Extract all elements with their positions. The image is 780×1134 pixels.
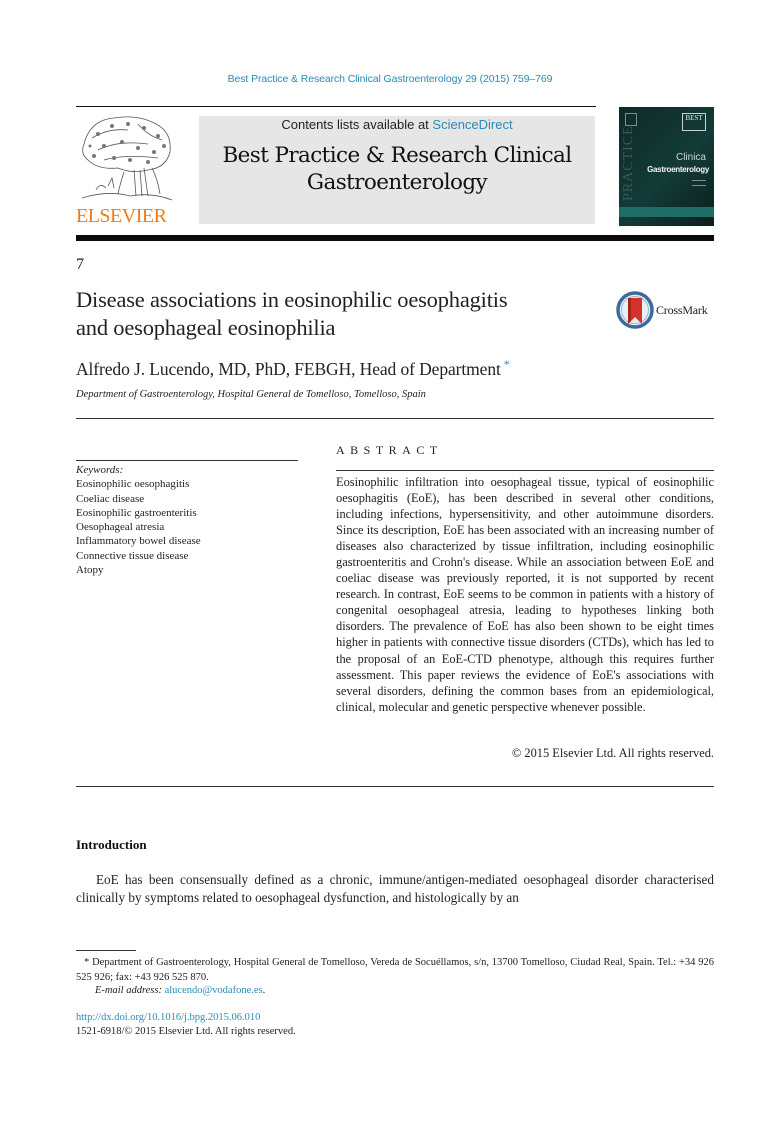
article-title-line1: Disease associations in eosinophilic oes…	[76, 287, 508, 312]
crossmark-label: CrossMark	[656, 303, 708, 317]
author-name: Alfredo J. Lucendo, MD, PhD, FEBGH, Head…	[76, 358, 501, 379]
cover-clinical-text: Clinica	[675, 152, 706, 163]
abstract-heading: ABSTRACT	[336, 443, 443, 457]
contents-availability: Contents lists available at ScienceDirec…	[199, 117, 595, 132]
journal-title-line1: Best Practice & Research Clinical	[222, 143, 572, 168]
keywords-rule	[76, 460, 298, 461]
journal-masthead: Contents lists available at ScienceDirec…	[199, 116, 595, 224]
cover-elsevier-icon	[625, 113, 637, 126]
cover-subtitle-lines	[692, 180, 706, 186]
keyword-item: Eosinophilic gastroenteritis	[76, 506, 197, 519]
issn-copyright: 1521-6918/© 2015 Elsevier Ltd. All right…	[76, 1026, 296, 1037]
journal-cover-thumbnail[interactable]: BEST PRACTICE Clinica Gastroenterology	[619, 107, 714, 226]
elsevier-tree-icon	[81, 116, 173, 201]
footnote-rule	[76, 950, 136, 951]
abstract-copyright: © 2015 Elsevier Ltd. All rights reserved…	[511, 746, 714, 760]
crossmark-icon	[616, 291, 654, 329]
journal-citation-link[interactable]: Best Practice & Research Clinical Gastro…	[0, 73, 780, 85]
header-rule	[76, 106, 596, 107]
cover-band	[619, 207, 714, 217]
keyword-item: Inflammatory bowel disease	[76, 535, 201, 548]
footnote-text: Department of Gastroenterology, Hospital…	[76, 957, 715, 983]
keywords-block: Keywords: Eosinophilic oesophagitis Coel…	[76, 463, 298, 577]
doi-link[interactable]: http://dx.doi.org/10.1016/j.bpg.2015.06.…	[76, 1012, 260, 1023]
email-line: E-mail address: alucendo@vodafone.es.	[95, 985, 265, 996]
keyword-item: Eosinophilic oesophagitis	[76, 478, 190, 491]
cover-best-badge: BEST	[682, 113, 706, 131]
cover-practice-text: PRACTICE	[621, 125, 636, 201]
section-rule	[76, 418, 714, 419]
abstract-text: Eosinophilic infiltration into oesophage…	[336, 475, 714, 714]
article-title: Disease associations in eosinophilic oes…	[76, 286, 616, 342]
footnote-marker: *	[84, 957, 90, 968]
email-label: E-mail address:	[95, 985, 165, 996]
author-footnote-marker[interactable]: *	[504, 357, 510, 371]
masthead-thick-rule	[76, 235, 714, 241]
author-footnote: * Department of Gastroenterology, Hospit…	[76, 956, 714, 985]
abstract-rule	[336, 470, 714, 471]
author-line: Alfredo J. Lucendo, MD, PhD, FEBGH, Head…	[76, 357, 510, 380]
keyword-item: Coeliac disease	[76, 492, 145, 505]
article-number: 7	[76, 256, 84, 273]
sciencedirect-link[interactable]: ScienceDirect	[432, 117, 512, 132]
keyword-item: Connective tissue disease	[76, 549, 189, 562]
elsevier-wordmark: ELSEVIER	[76, 205, 167, 227]
elsevier-logo[interactable]: ELSEVIER	[76, 114, 176, 226]
introduction-paragraph: EoE has been consensually defined as a c…	[76, 872, 714, 906]
cover-gastro-text: Gastroenterology	[647, 165, 709, 174]
email-suffix: .	[262, 985, 266, 996]
author-affiliation: Department of Gastroenterology, Hospital…	[76, 389, 426, 400]
journal-title[interactable]: Best Practice & Research Clinical Gastro…	[199, 142, 595, 196]
keyword-item: Oesophageal atresia	[76, 521, 165, 534]
keywords-label: Keywords:	[76, 464, 124, 476]
abstract-end-rule	[76, 786, 714, 787]
contents-prefix: Contents lists available at	[281, 117, 433, 132]
keyword-item: Atopy	[76, 564, 104, 577]
article-title-line2: and oesophageal eosinophilia	[76, 315, 336, 340]
crossmark-button[interactable]: CrossMark	[616, 290, 716, 330]
introduction-heading: Introduction	[76, 837, 147, 852]
email-link[interactable]: alucendo@vodafone.es	[165, 985, 263, 996]
journal-title-line2: Gastroenterology	[306, 170, 488, 195]
